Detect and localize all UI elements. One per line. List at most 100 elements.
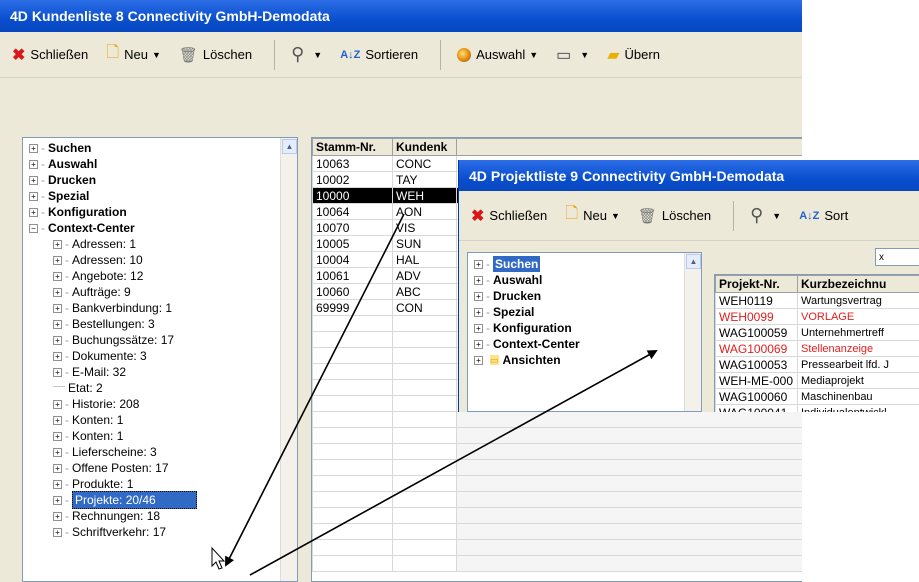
tree-item[interactable]: + - Auswahl xyxy=(468,272,701,288)
expand-icon[interactable]: + xyxy=(29,143,38,153)
tree-item[interactable]: + - Projekte: 20/46 xyxy=(23,491,297,509)
projektliste-titlebar[interactable]: 4D Projektliste 9 Connectivity GmbH-Demo… xyxy=(459,160,919,191)
tree-item[interactable]: + - Angebote: 12 xyxy=(23,268,297,284)
table-row[interactable]: WEH0119 Wartungsvertrag xyxy=(715,292,919,309)
tree-item[interactable]: + - Adressen: 10 xyxy=(23,252,297,268)
tree-scrollbar[interactable]: ▲ xyxy=(280,138,297,581)
tree-item[interactable]: + - Konfiguration xyxy=(468,320,701,336)
expand-icon[interactable]: + xyxy=(53,399,62,409)
expand-icon[interactable]: + xyxy=(53,463,62,473)
expand-icon[interactable]: + xyxy=(53,271,62,281)
tree-item[interactable]: + - Historie: 208 xyxy=(23,396,297,412)
tree-item[interactable]: + - Context-Center xyxy=(468,336,701,352)
expand-icon[interactable]: + xyxy=(53,479,62,489)
expand-icon[interactable]: + xyxy=(53,495,62,505)
expand-icon[interactable]: + xyxy=(53,287,62,297)
search-input[interactable] xyxy=(875,248,919,266)
expand-icon[interactable]: + xyxy=(29,191,38,201)
table-row[interactable] xyxy=(312,555,802,572)
expand-icon[interactable]: + xyxy=(29,175,38,185)
tree-leaf-line[interactable]: ┈┈ xyxy=(53,380,65,396)
column-header-kundenkuerzel[interactable]: Kundenk xyxy=(392,138,457,156)
table-row[interactable] xyxy=(312,443,802,460)
expand-icon[interactable]: + xyxy=(53,351,62,361)
tree-item[interactable]: + - Suchen xyxy=(468,256,701,272)
table-row[interactable]: WAG100069 Stellenanzeige xyxy=(715,340,919,357)
expand-icon[interactable]: + xyxy=(29,207,38,217)
kundenliste-titlebar[interactable]: 4D Kundenliste 8 Connectivity GmbH-Demod… xyxy=(0,0,802,32)
expand-icon[interactable]: + xyxy=(53,335,62,345)
tree-item[interactable]: + - Aufträge: 9 xyxy=(23,284,297,300)
print-button[interactable]: ▭ ▼ xyxy=(550,42,595,68)
new-button[interactable]: 🗋 Neu ▼ xyxy=(559,203,626,229)
expand-icon[interactable]: + xyxy=(53,239,62,249)
tree-item[interactable]: + - Lieferscheine: 3 xyxy=(23,444,297,460)
selection-button[interactable]: Auswahl ▼ xyxy=(451,42,544,68)
expand-icon[interactable]: + xyxy=(53,447,62,457)
delete-button[interactable]: 🗑 Löschen xyxy=(173,42,258,68)
tree-item[interactable]: − - Context-Center xyxy=(23,220,297,236)
table-row[interactable] xyxy=(312,523,802,540)
table-row[interactable] xyxy=(312,539,802,556)
tree-item[interactable]: + - Bankverbindung: 1 xyxy=(23,300,297,316)
tree-item[interactable]: + - Konten: 1 xyxy=(23,428,297,444)
close-button[interactable]: ✖ Schließen xyxy=(465,203,553,229)
tree-item[interactable]: + - E-Mail: 32 xyxy=(23,364,297,380)
column-header-projekt-nr[interactable]: Projekt-Nr. xyxy=(715,275,798,293)
column-header-stamm-nr[interactable]: Stamm-Nr. xyxy=(312,138,393,156)
table-row[interactable]: WEH0099 VORLAGE xyxy=(715,308,919,325)
sort-button[interactable]: A↓Z Sortieren xyxy=(334,42,424,68)
tree-item[interactable]: + - Drucken xyxy=(468,288,701,304)
scroll-up-icon[interactable]: ▲ xyxy=(282,139,297,154)
table-row[interactable]: WEH-ME-000 Mediaprojekt xyxy=(715,372,919,389)
sort-button[interactable]: A↓Z Sort xyxy=(793,203,854,229)
expand-icon[interactable]: + xyxy=(53,367,62,377)
table-row[interactable] xyxy=(312,459,802,476)
table-row[interactable]: WAG100041Individualentwickl xyxy=(715,404,919,412)
table-row[interactable]: WAG100059 Unternehmertreff xyxy=(715,324,919,341)
expand-icon[interactable]: + xyxy=(53,431,62,441)
tree-item[interactable]: + - Produkte: 1 xyxy=(23,476,297,492)
tree-item[interactable]: + - Schriftverkehr: 17 xyxy=(23,524,297,540)
table-row[interactable] xyxy=(312,427,802,444)
expand-icon[interactable]: + xyxy=(53,415,62,425)
tree-item[interactable]: + - Dokumente: 3 xyxy=(23,348,297,364)
table-row[interactable] xyxy=(312,411,802,428)
expand-icon[interactable]: + xyxy=(53,255,62,265)
expand-icon[interactable]: + xyxy=(474,355,483,365)
tree-item[interactable]: + - Spezial xyxy=(23,188,297,204)
table-row[interactable]: WAG100053 Pressearbeit lfd. J xyxy=(715,356,919,373)
tree-item[interactable]: + - Spezial xyxy=(468,304,701,320)
tree-scrollbar[interactable]: ▲ xyxy=(684,253,701,411)
table-row[interactable] xyxy=(312,491,802,508)
tree-item[interactable]: + - Konfiguration xyxy=(23,204,297,220)
take-over-button[interactable]: ▰ Übern xyxy=(601,42,666,68)
tree-item[interactable]: + - Offene Posten: 17 xyxy=(23,460,297,476)
expand-icon[interactable]: + xyxy=(474,259,483,269)
table-row[interactable]: WAG100060 Maschinenbau xyxy=(715,388,919,405)
tree-item[interactable]: + - Bestellungen: 3 xyxy=(23,316,297,332)
new-button[interactable]: 🗋 Neu ▼ xyxy=(100,42,167,68)
expand-icon[interactable]: + xyxy=(474,323,483,333)
tree-item[interactable]: + - Drucken xyxy=(23,172,297,188)
expand-icon[interactable]: + xyxy=(53,319,62,329)
close-button[interactable]: ✖ Schließen xyxy=(6,42,94,68)
tree-item[interactable]: + - Konten: 1 xyxy=(23,412,297,428)
expand-icon[interactable]: + xyxy=(474,291,483,301)
table-row[interactable] xyxy=(312,507,802,524)
table-row[interactable] xyxy=(312,475,802,492)
column-header-kurzbezeichnung[interactable]: Kurzbezeichnu xyxy=(797,275,919,293)
expand-icon[interactable]: + xyxy=(29,159,38,169)
expand-icon[interactable]: + xyxy=(474,339,483,349)
tree-item[interactable]: + ▭ Ansichten xyxy=(468,352,701,368)
tree-item[interactable]: + - Buchungssätze: 17 xyxy=(23,332,297,348)
expand-icon[interactable]: + xyxy=(53,303,62,313)
search-button[interactable]: ⚲ ▼ xyxy=(744,203,787,229)
scroll-up-icon[interactable]: ▲ xyxy=(686,254,701,269)
delete-button[interactable]: 🗑 Löschen xyxy=(632,203,717,229)
expand-icon[interactable]: + xyxy=(474,307,483,317)
tree-item[interactable]: + - Suchen xyxy=(23,140,297,156)
search-button[interactable]: ⚲ ▼ xyxy=(285,42,328,68)
tree-item[interactable]: + - Auswahl xyxy=(23,156,297,172)
expand-icon[interactable]: + xyxy=(474,275,483,285)
